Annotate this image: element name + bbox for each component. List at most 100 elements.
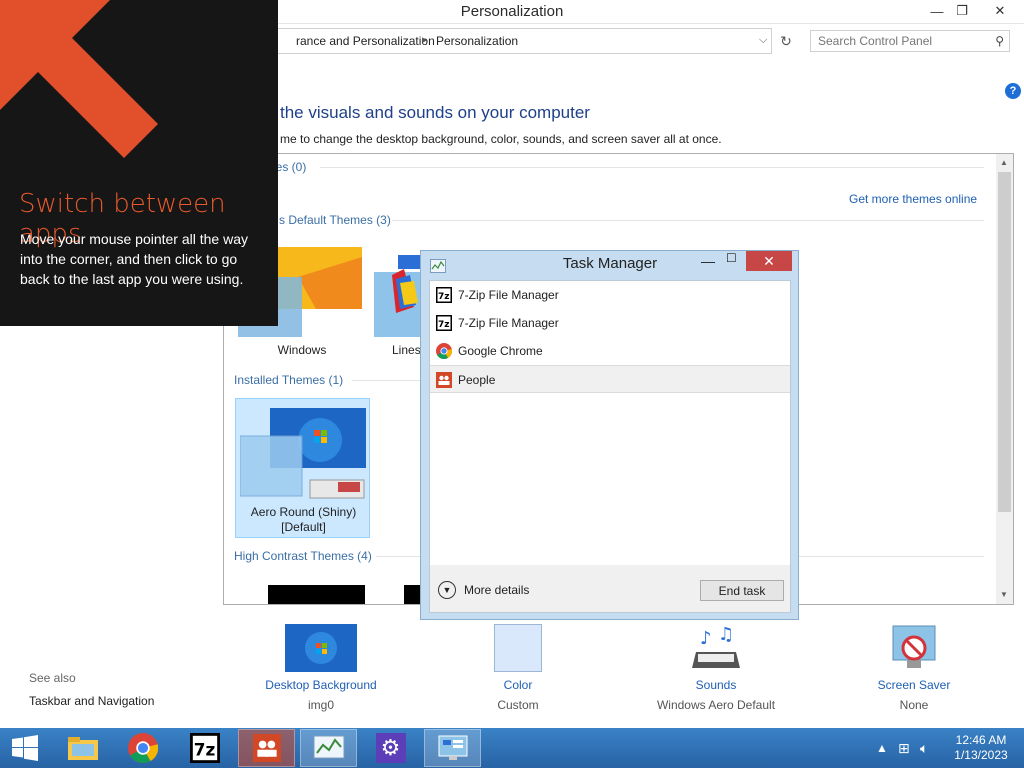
- end-task-button[interactable]: End task: [700, 580, 784, 601]
- list-item[interactable]: 7z 7-Zip File Manager: [430, 309, 790, 337]
- color-label[interactable]: Color: [468, 678, 568, 692]
- tip-body: Move your mouse pointer all the way into…: [20, 231, 248, 287]
- network-icon[interactable]: ⊞: [898, 728, 910, 768]
- app-name: People: [458, 373, 496, 387]
- taskbar-settings[interactable]: ⚙: [362, 729, 419, 767]
- start-button[interactable]: [0, 729, 50, 767]
- divider: [320, 167, 984, 168]
- screen-saver-setting[interactable]: Screen Saver None: [864, 624, 964, 712]
- chrome-icon: [436, 343, 452, 359]
- list-item[interactable]: 7z 7-Zip File Manager: [430, 281, 790, 309]
- breadcrumb-appearance[interactable]: rance and Personalization: [296, 34, 435, 48]
- taskbar-task-manager[interactable]: [300, 729, 357, 767]
- svg-text:7z: 7z: [438, 292, 450, 302]
- divider: [392, 220, 984, 221]
- task-manager-footer: ▼ More details End task: [429, 565, 791, 613]
- folder-icon: [67, 737, 98, 760]
- more-details-button[interactable]: ▼ More details: [438, 581, 529, 599]
- taskbar-7zip[interactable]: 7z: [176, 729, 233, 767]
- clock-date: 1/13/2023: [954, 748, 1008, 762]
- windows-logo-icon: [12, 735, 38, 761]
- search-icon[interactable]: ⚲: [995, 34, 1004, 48]
- 7zip-icon: 7z: [436, 315, 452, 331]
- gear-icon: ⚙: [375, 733, 406, 763]
- lines-theme-thumbnail[interactable]: [374, 247, 424, 337]
- app-name: 7-Zip File Manager: [458, 288, 559, 302]
- app-list[interactable]: 7z 7-Zip File Manager 7z 7-Zip File Mana…: [429, 280, 791, 566]
- list-item[interactable]: Google Chrome: [430, 337, 790, 365]
- sounds-setting[interactable]: ♪ ♫ Sounds Windows Aero Default: [650, 624, 782, 712]
- screen-saver-value: None: [899, 698, 929, 712]
- see-also-heading: See also: [29, 671, 76, 685]
- scrollbar-thumb[interactable]: [998, 172, 1011, 512]
- page-heading: the visuals and sounds on your computer: [280, 103, 590, 122]
- breadcrumb-personalization[interactable]: Personalization: [436, 34, 518, 48]
- sounds-icon: ♪ ♫: [692, 624, 740, 668]
- screen-saver-label[interactable]: Screen Saver: [864, 678, 964, 692]
- scroll-down-icon[interactable]: ▼: [1000, 590, 1008, 599]
- page-description: me to change the desktop background, col…: [280, 132, 722, 146]
- svg-text:♫: ♫: [718, 624, 734, 645]
- corner-arrow-icon: [0, 0, 158, 158]
- app-name: Google Chrome: [458, 344, 543, 358]
- taskbar-chrome[interactable]: [114, 729, 171, 767]
- taskbar-control-panel[interactable]: [424, 729, 481, 767]
- 7zip-icon: 7z: [436, 287, 452, 303]
- search-input[interactable]: [811, 31, 981, 51]
- clock-time: 12:46 AM: [955, 733, 1007, 747]
- 7zip-icon: 7z: [189, 733, 220, 763]
- help-icon[interactable]: ?: [1005, 83, 1021, 99]
- chevron-down-icon: ▼: [438, 581, 456, 599]
- refresh-icon[interactable]: ↻: [775, 30, 797, 52]
- aero-round-theme-label: Aero Round (Shiny): [250, 505, 357, 519]
- high-contrast-themes-label: High Contrast Themes (4): [234, 549, 372, 563]
- sounds-label[interactable]: Sounds: [650, 678, 782, 692]
- color-value: Custom: [497, 698, 539, 712]
- aero-round-default-label: [Default]: [281, 520, 326, 534]
- task-manager-icon: [313, 735, 344, 759]
- minimize-button[interactable]: —: [701, 253, 715, 269]
- search-box[interactable]: ⚲: [810, 30, 1010, 52]
- restore-button[interactable]: ❐: [947, 0, 977, 22]
- desktop-background-value: img0: [307, 698, 334, 712]
- svg-text:♪: ♪: [700, 628, 712, 649]
- taskbar-file-explorer[interactable]: [54, 729, 111, 767]
- chrome-icon: [127, 733, 158, 763]
- desktop-background-setting[interactable]: Desktop Background img0: [250, 624, 392, 712]
- list-item[interactable]: People: [430, 365, 790, 393]
- vertical-scrollbar[interactable]: ▲ ▼: [996, 154, 1013, 604]
- sounds-value: Windows Aero Default: [656, 698, 776, 712]
- show-hidden-icons-icon[interactable]: ▲: [876, 728, 888, 768]
- svg-text:7z: 7z: [193, 740, 215, 760]
- scroll-up-icon[interactable]: ▲: [1000, 158, 1008, 167]
- close-button[interactable]: ✕: [985, 0, 1015, 22]
- aero-round-theme-tile[interactable]: Aero Round (Shiny) [Default]: [235, 398, 370, 538]
- switch-apps-tip: Switch between apps Move your mouse poin…: [0, 0, 278, 326]
- desktop-background-label[interactable]: Desktop Background: [250, 678, 392, 692]
- taskbar: 7z ⚙ ▲ ⊞ 🔈︎ 12:46 AM 1/13/2023: [0, 728, 1024, 768]
- task-manager-window: Task Manager — ☐ ✕ 7z 7-Zip File Manager…: [420, 250, 799, 620]
- people-icon: [436, 372, 452, 388]
- windows-theme-label[interactable]: Windows: [262, 343, 342, 357]
- aero-round-theme-thumbnail: [240, 408, 366, 499]
- screen-saver-icon: [892, 625, 936, 668]
- get-more-themes-link[interactable]: Get more themes online: [849, 192, 977, 206]
- volume-icon[interactable]: 🔈︎: [920, 728, 928, 768]
- people-icon: [252, 734, 281, 762]
- taskbar-people[interactable]: [238, 729, 295, 767]
- clock[interactable]: 12:46 AM 1/13/2023: [946, 733, 1016, 763]
- color-setting[interactable]: Color Custom: [468, 624, 568, 712]
- default-themes-label: s Default Themes (3): [279, 213, 391, 227]
- breadcrumb-separator-icon: ▸: [422, 34, 428, 46]
- taskbar-navigation-link[interactable]: Taskbar and Navigation: [29, 694, 154, 708]
- high-contrast-theme-thumbnail[interactable]: [268, 585, 365, 604]
- color-swatch-icon: [494, 624, 542, 672]
- app-name: 7-Zip File Manager: [458, 316, 559, 330]
- more-details-label: More details: [464, 583, 530, 597]
- divider: [352, 380, 422, 381]
- installed-themes-label: Installed Themes (1): [234, 373, 344, 387]
- svg-text:7z: 7z: [438, 320, 450, 330]
- maximize-button[interactable]: ☐: [726, 251, 744, 271]
- address-dropdown-icon[interactable]: ⌵: [759, 34, 767, 47]
- close-button[interactable]: ✕: [746, 251, 792, 271]
